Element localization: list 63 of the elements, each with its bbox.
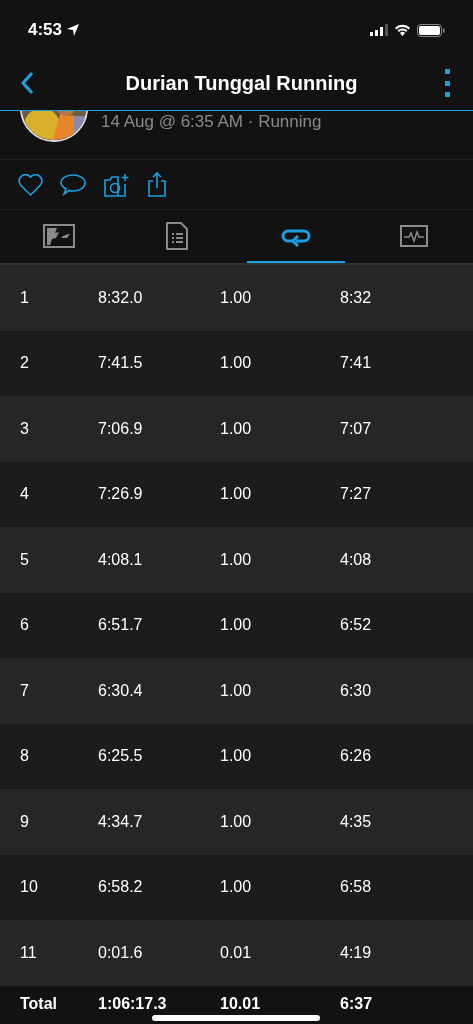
table-cell-text: 7:41 <box>340 353 373 374</box>
nav-title: Durian Tunggal Running <box>125 71 358 96</box>
table-cell-text: 1.00 <box>220 680 253 701</box>
chart-pulse-icon <box>399 224 428 247</box>
table-cell-text: 1.00 <box>220 615 253 636</box>
table-cell-text: 1.00 <box>220 811 253 832</box>
table-cell-text: 3 <box>20 418 30 439</box>
total-cell-text: 1:06:17.3 <box>98 995 168 1013</box>
table-cell-text: 9 <box>20 811 30 832</box>
battery-icon <box>417 23 445 37</box>
table-cell-text: 8:32.0 <box>98 287 144 308</box>
table-cell-text: 7:27 <box>340 484 373 505</box>
table-cell-text: 6:58.2 <box>98 877 144 898</box>
table-cell-text: 6 <box>20 615 30 636</box>
total-cell-text: Total <box>20 995 59 1013</box>
table-cell-text: 8:32 <box>340 287 373 308</box>
comment-icon[interactable] <box>60 172 86 197</box>
table-cell-text: 0.01 <box>220 942 253 963</box>
table-cell-text: 6:52 <box>340 615 373 636</box>
table-cell-text: 0:01.6 <box>98 942 144 963</box>
map-icon <box>43 223 76 248</box>
table-cell-text: 11 <box>20 942 38 963</box>
table-cell-text: 7:07 <box>340 418 373 439</box>
table-cell-text: 6:58 <box>340 877 373 898</box>
table-cell-text: 1.00 <box>220 287 253 308</box>
table-cell-text: 6:26 <box>340 746 373 767</box>
total-cell-text: 6:37 <box>340 995 374 1013</box>
table-cell-text: 1.00 <box>220 418 253 439</box>
table-cell-text: 1.00 <box>220 877 253 898</box>
add-photo-icon[interactable] <box>103 172 130 197</box>
total-cell-text: 10.01 <box>220 995 262 1013</box>
table-cell-text: 4:35 <box>340 811 373 832</box>
table-cell-text: 1 <box>20 287 30 308</box>
table-cell-text: 4:34.7 <box>98 811 144 832</box>
table-cell-text: 4:19 <box>340 942 373 963</box>
table-cell-text: 1.00 <box>220 549 253 570</box>
table-cell-text: 7:41.5 <box>98 353 144 374</box>
heart-icon[interactable] <box>18 173 43 196</box>
table-cell-text: 1.00 <box>220 746 253 767</box>
table-cell-text: 6:25.5 <box>98 746 144 767</box>
table-cell-text: 4:08.1 <box>98 549 144 570</box>
table-cell-text: 1.00 <box>220 353 253 374</box>
table-cell-text: 6:30 <box>340 680 373 701</box>
table-cell-text: 5 <box>20 549 30 570</box>
table-cell-text: 10 <box>20 877 39 898</box>
activity-subtitle: 14 Aug @ 6:35 AM · Running <box>101 112 322 132</box>
table-cell-text: 4:08 <box>340 549 373 570</box>
wifi-icon <box>394 24 411 36</box>
table-cell-text: 7:06.9 <box>98 418 144 439</box>
table-cell-text: 7 <box>20 680 30 701</box>
location-arrow-icon <box>66 23 81 37</box>
more-menu-button[interactable] <box>443 69 453 97</box>
document-list-icon <box>166 221 189 250</box>
status-time: 4:53 <box>28 19 63 42</box>
table-cell-text: 8 <box>20 746 30 767</box>
share-icon[interactable] <box>147 172 167 197</box>
table-cell-text: 2 <box>20 353 30 374</box>
table-cell-text: 4 <box>20 484 30 505</box>
table-cell-text: 6:30.4 <box>98 680 144 701</box>
table-cell-text: 6:51.7 <box>98 615 144 636</box>
table-cell-text: 1.00 <box>220 484 253 505</box>
signal-icon <box>370 24 388 36</box>
table-cell-text: 7:26.9 <box>98 484 144 505</box>
